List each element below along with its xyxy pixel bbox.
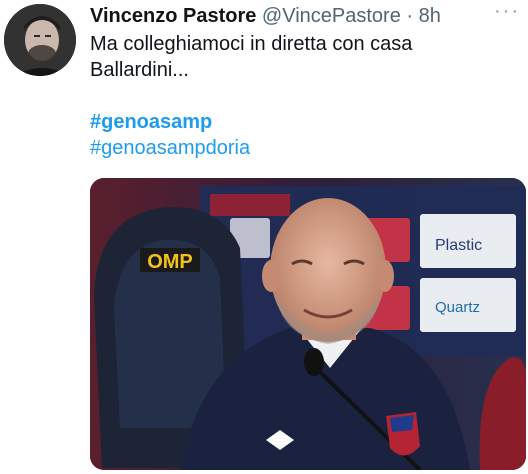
tweet-timestamp[interactable]: 8h [419,5,441,27]
press-conference-photo: Plastic Quartz OMP [90,178,526,470]
tweet-media-image[interactable]: Plastic Quartz OMP [90,178,526,470]
backdrop-logo-text: Quartz [435,299,480,316]
tweet-text: Ma colleghiamoci in diretta con casa Bal… [90,31,510,161]
hashtag-link[interactable]: #genoasamp [90,109,510,135]
avatar[interactable] [4,4,76,76]
sponsor-logo: OMP [147,251,193,273]
author-handle[interactable]: @VincePastore [262,5,401,27]
tweet-header: Vincenzo Pastore @VincePastore · 8h [90,4,528,28]
separator-dot: · [406,5,414,27]
hashtag-link[interactable]: #genoasampdoria [90,135,510,161]
author-name[interactable]: Vincenzo Pastore [90,5,256,27]
tweet-text-line: Ma colleghiamoci in diretta con casa [90,33,413,55]
backdrop-logo-text: Plastic [435,237,482,254]
more-options-icon[interactable]: ··· [494,0,520,23]
avatar-image [4,4,76,76]
tweet-text-line: Ballardini... [90,59,189,81]
